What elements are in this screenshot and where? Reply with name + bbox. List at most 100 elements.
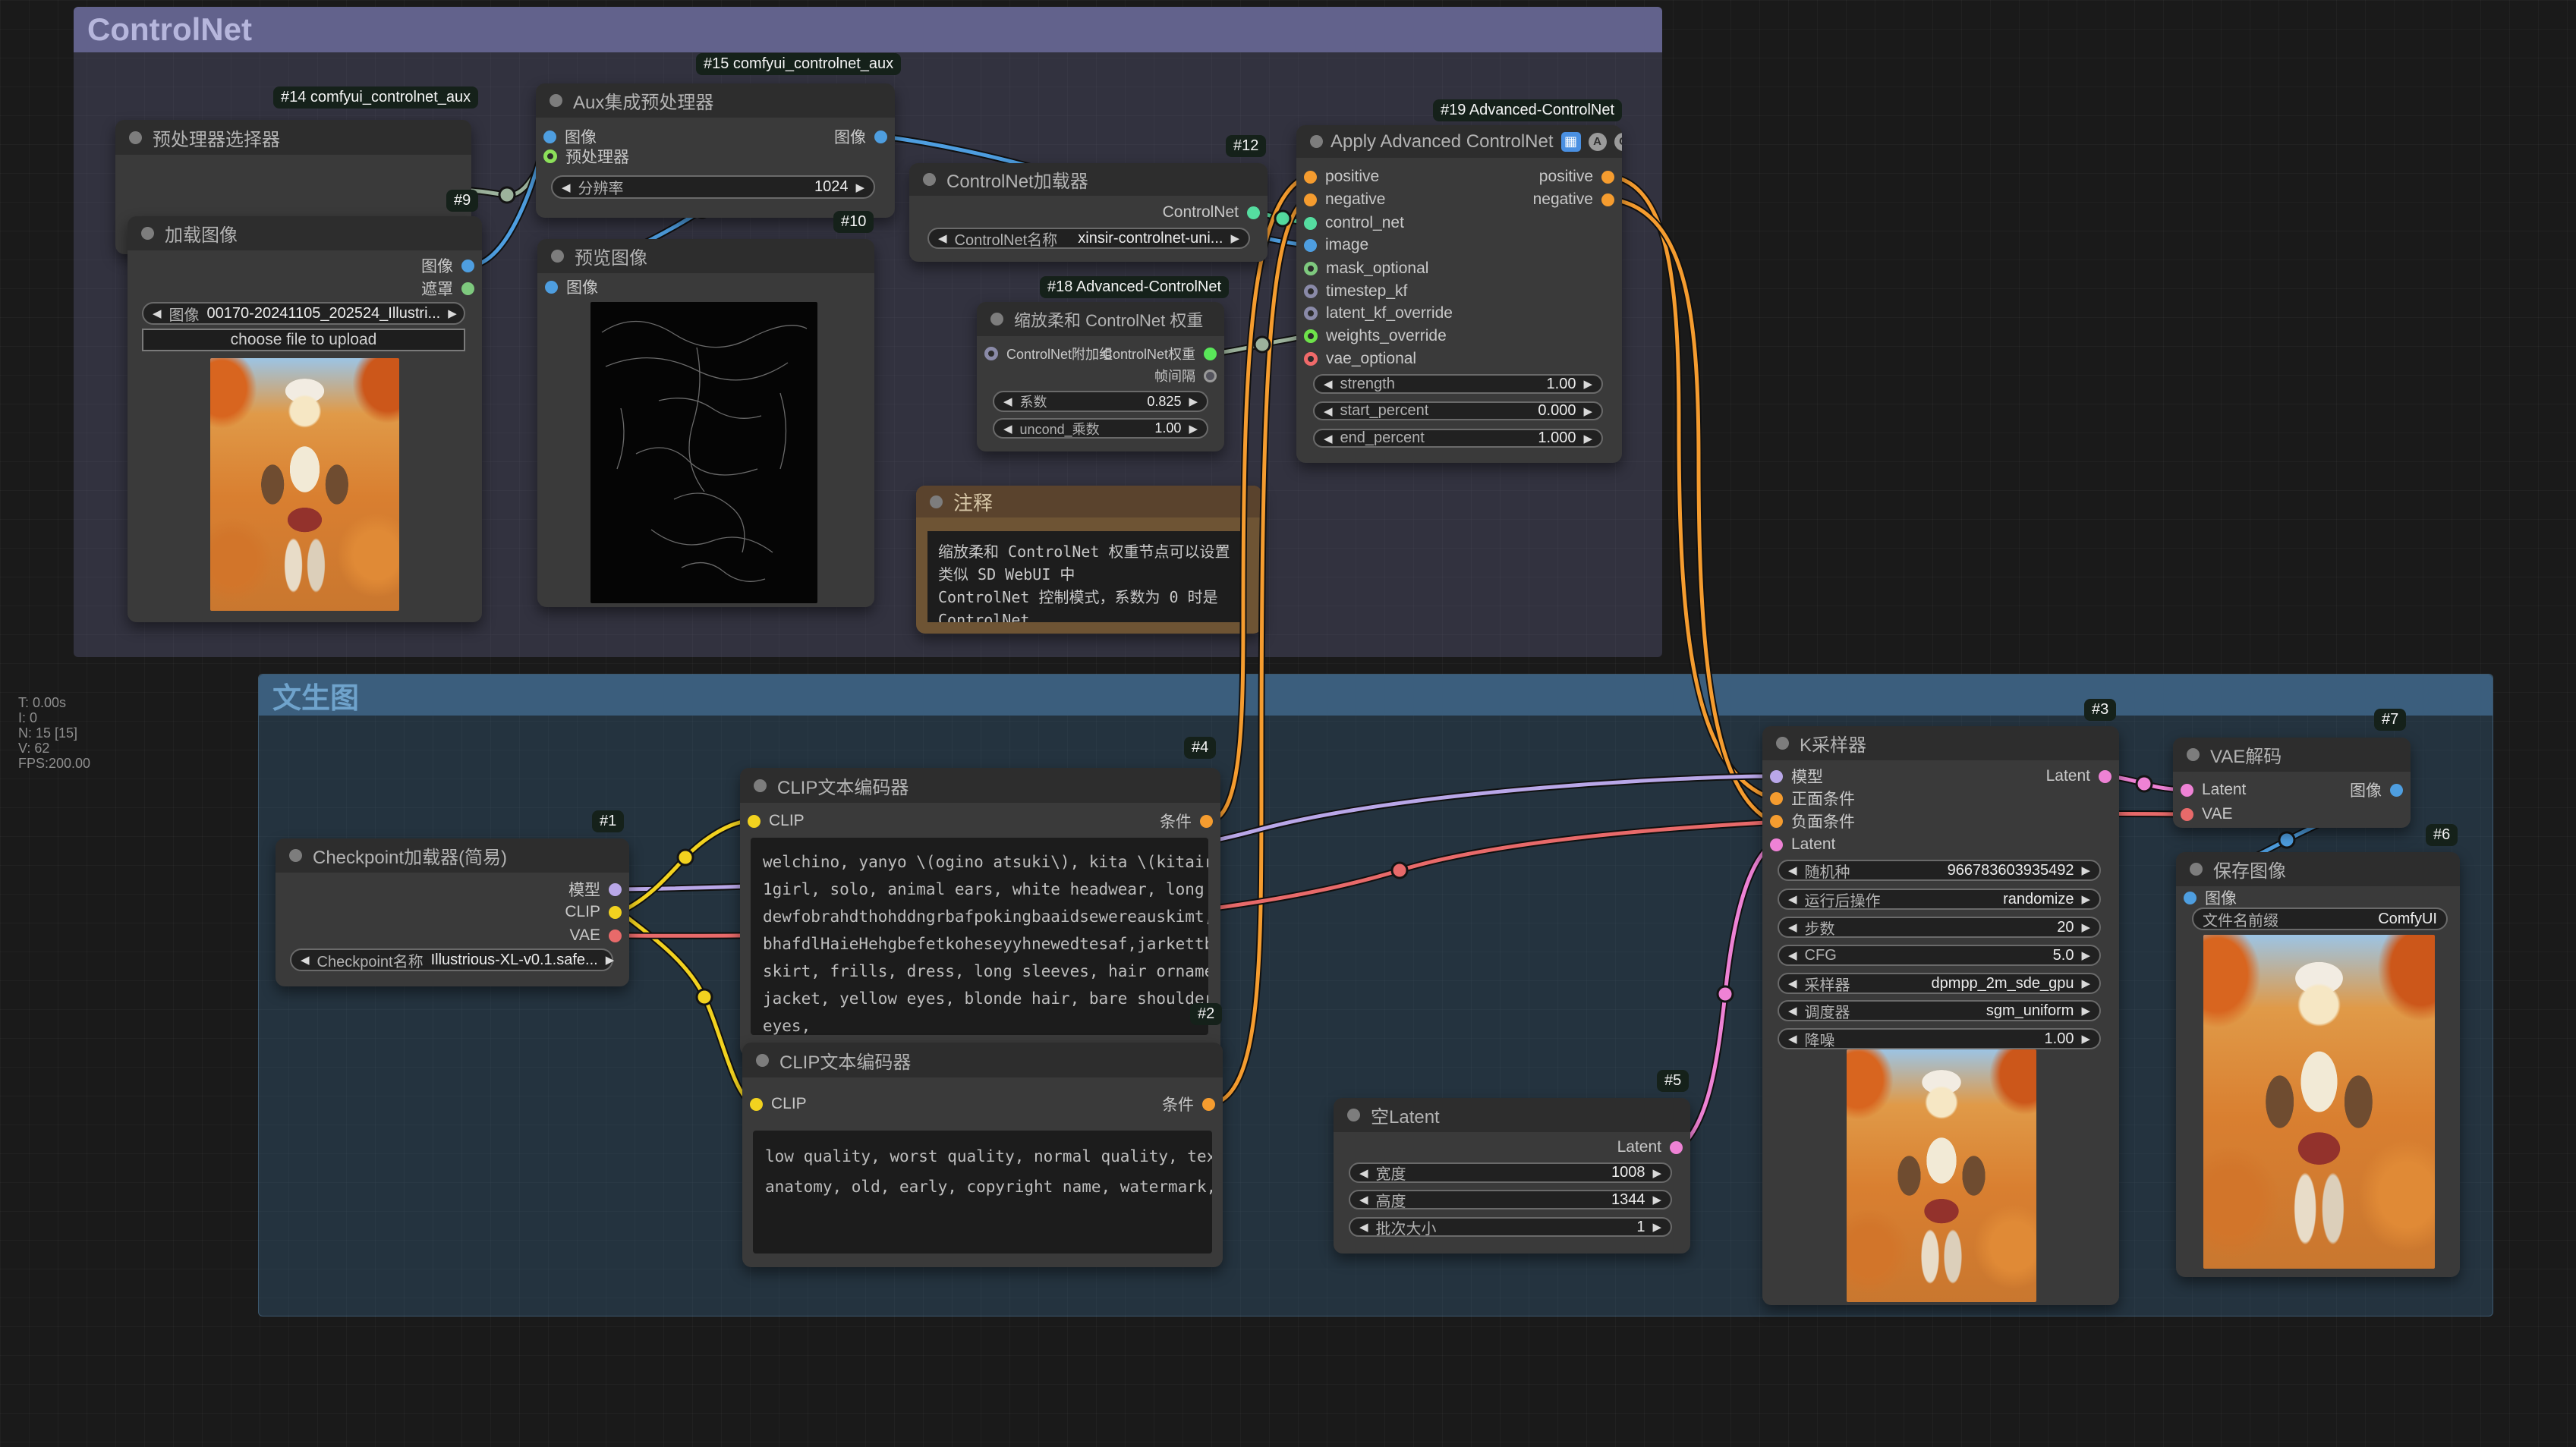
increment-icon[interactable]: ▶ xyxy=(1583,377,1592,391)
output-slot-image[interactable]: 图像 xyxy=(834,125,887,148)
widget-uncond-multiplier[interactable]: ◀ uncond_乘数 1.00 ▶ xyxy=(993,418,1208,439)
node-title-bar[interactable]: 预览图像 xyxy=(537,239,874,273)
collapse-dot[interactable] xyxy=(1776,737,1789,750)
output-slot-keyframe[interactable]: 帧间隔 xyxy=(1154,364,1217,387)
slot-dot[interactable] xyxy=(1304,329,1318,343)
increment-icon[interactable]: ▶ xyxy=(1583,404,1592,418)
collapse-dot[interactable] xyxy=(141,227,154,240)
decrement-icon[interactable]: ◀ xyxy=(1788,1032,1797,1046)
slot-dot[interactable] xyxy=(1601,171,1614,184)
reroute-dot[interactable] xyxy=(1255,337,1270,352)
decrement-icon[interactable]: ◀ xyxy=(1359,1166,1368,1180)
slot-dot[interactable] xyxy=(1770,792,1783,805)
output-slot-cn-weights[interactable]: ControlNet权重 xyxy=(1103,342,1217,365)
reroute-dot[interactable] xyxy=(2137,776,2152,791)
node-title-bar[interactable]: Apply Advanced ControlNet ▦ A C N xyxy=(1296,125,1622,158)
node-title-bar[interactable]: 保存图像 xyxy=(2176,852,2460,886)
widget-start-percent[interactable]: ◀ start_percent 0.000 ▶ xyxy=(1313,401,1603,420)
increment-icon[interactable]: ▶ xyxy=(2081,920,2090,934)
input-slot-clip[interactable]: CLIP xyxy=(748,810,805,832)
node-checkpoint-loader[interactable]: Checkpoint加载器(简易) 模型 CLIP VAE ◀ Checkpoi… xyxy=(276,838,629,986)
input-slot-cn-extras[interactable]: ControlNet附加组 xyxy=(984,342,1113,365)
widget-controlnet-name[interactable]: ◀ ControlNet名称 xinsir-controlnet-uni... … xyxy=(927,228,1250,249)
output-slot-latent[interactable]: Latent xyxy=(2046,765,2112,788)
input-slot-timestep-kf[interactable]: timestep_kf xyxy=(1304,280,1407,303)
node-title-bar[interactable]: Aux集成预处理器 xyxy=(536,83,895,118)
input-slot-model[interactable]: 模型 xyxy=(1770,765,1823,788)
increment-icon[interactable]: ▶ xyxy=(1652,1166,1661,1180)
collapse-dot[interactable] xyxy=(923,173,936,186)
collapse-dot[interactable] xyxy=(756,1054,769,1067)
slot-dot[interactable] xyxy=(2390,784,2403,797)
node-empty-latent[interactable]: 空Latent Latent ◀ 宽度 1008 ▶ ◀ 高度 1344 ▶ ◀… xyxy=(1334,1098,1690,1254)
node-controlnet-loader[interactable]: ControlNet加载器 ControlNet ◀ ControlNet名称 … xyxy=(909,163,1268,262)
decrement-icon[interactable]: ◀ xyxy=(1359,1193,1368,1206)
input-slot-latent[interactable]: Latent xyxy=(2181,779,2246,801)
input-slot-negative[interactable]: negative xyxy=(1304,188,1385,211)
slot-dot[interactable] xyxy=(461,260,474,272)
slot-dot[interactable] xyxy=(1770,815,1783,828)
node-clip-text-encode-negative[interactable]: CLIP文本编码器 CLIP 条件 low quality, worst qua… xyxy=(742,1043,1223,1267)
increment-icon[interactable]: ▶ xyxy=(855,181,864,194)
node-title-bar[interactable]: K采样器 xyxy=(1762,726,2119,760)
widget-strength[interactable]: ◀ strength 1.00 ▶ xyxy=(1313,374,1603,394)
widget-batch-size[interactable]: ◀ 批次大小 1 ▶ xyxy=(1349,1217,1672,1237)
slot-dot[interactable] xyxy=(874,131,887,143)
decrement-icon[interactable]: ◀ xyxy=(562,181,571,194)
slot-dot[interactable] xyxy=(1304,193,1317,206)
output-slot-mask[interactable]: 遮罩 xyxy=(421,277,474,300)
decrement-icon[interactable]: ◀ xyxy=(1788,948,1797,962)
slot-dot[interactable] xyxy=(1200,815,1213,828)
input-slot-negative[interactable]: 负面条件 xyxy=(1770,810,1855,832)
slot-dot[interactable] xyxy=(1304,171,1317,184)
collapse-dot[interactable] xyxy=(754,779,767,792)
collapse-dot[interactable] xyxy=(550,94,562,107)
node-vae-decode[interactable]: VAE解码 Latent VAE 图像 xyxy=(2173,738,2411,828)
widget-image-file[interactable]: ◀ 图像 00170-20241105_202524_Illustri... ▶ xyxy=(142,302,465,325)
increment-icon[interactable]: ▶ xyxy=(2081,1004,2090,1018)
slot-dot[interactable] xyxy=(609,906,622,919)
node-ksampler[interactable]: K采样器 模型 正面条件 负面条件 Latent Latent ◀ 随机种 96… xyxy=(1762,726,2119,1305)
node-apply-advanced-controlnet[interactable]: Apply Advanced ControlNet ▦ A C N positi… xyxy=(1296,125,1622,463)
slot-dot[interactable] xyxy=(1247,206,1260,219)
node-aux-preprocessor[interactable]: Aux集成预处理器 图像 预处理器 图像 ◀ 分辨率 1024 ▶ xyxy=(536,83,895,218)
slot-dot[interactable] xyxy=(543,131,556,143)
decrement-icon[interactable]: ◀ xyxy=(1788,863,1797,877)
upload-button[interactable]: choose file to upload xyxy=(142,329,465,351)
output-slot-conditioning[interactable]: 条件 xyxy=(1160,810,1213,832)
reroute-dot[interactable] xyxy=(1275,211,1290,226)
reroute-dot[interactable] xyxy=(1392,863,1407,878)
input-slot-mask-optional[interactable]: mask_optional xyxy=(1304,257,1428,280)
slot-dot[interactable] xyxy=(609,930,622,942)
positive-prompt-textarea[interactable]: welchino, yanyo \(ogino atsuki\), kita \… xyxy=(751,838,1208,1035)
slot-dot[interactable] xyxy=(2184,892,2197,904)
output-slot-controlnet[interactable]: ControlNet xyxy=(1163,201,1260,224)
input-slot-image[interactable]: 图像 xyxy=(545,275,598,298)
increment-icon[interactable]: ▶ xyxy=(1583,432,1592,445)
collapse-dot[interactable] xyxy=(551,250,564,263)
increment-icon[interactable]: ▶ xyxy=(2081,977,2090,990)
output-slot-conditioning[interactable]: 条件 xyxy=(1162,1093,1215,1115)
output-slot-latent[interactable]: Latent xyxy=(1617,1136,1683,1159)
collapse-dot[interactable] xyxy=(990,313,1003,326)
node-title-bar[interactable]: CLIP文本编码器 xyxy=(742,1043,1223,1077)
collapse-dot[interactable] xyxy=(2187,748,2200,761)
slot-dot[interactable] xyxy=(1202,1098,1215,1111)
increment-icon[interactable]: ▶ xyxy=(1189,395,1198,408)
increment-icon[interactable]: ▶ xyxy=(2081,948,2090,962)
widget-steps[interactable]: ◀ 步数 20 ▶ xyxy=(1778,917,2101,938)
slot-dot[interactable] xyxy=(1304,217,1317,230)
input-slot-latent[interactable]: Latent xyxy=(1770,833,1835,856)
node-title-bar[interactable]: 加载图像 xyxy=(128,216,482,250)
output-slot-vae[interactable]: VAE xyxy=(570,924,622,947)
reroute-dot[interactable] xyxy=(678,850,693,865)
input-slot-positive[interactable]: positive xyxy=(1304,165,1379,188)
slot-dot[interactable] xyxy=(748,815,761,828)
decrement-icon[interactable]: ◀ xyxy=(153,307,162,320)
widget-seed[interactable]: ◀ 随机种 966783603935492 ▶ xyxy=(1778,860,2101,881)
collapse-dot[interactable] xyxy=(1310,135,1323,148)
increment-icon[interactable]: ▶ xyxy=(2081,892,2090,906)
slot-dot[interactable] xyxy=(2181,784,2193,797)
slot-dot[interactable] xyxy=(461,282,474,295)
increment-icon[interactable]: ▶ xyxy=(606,953,615,967)
